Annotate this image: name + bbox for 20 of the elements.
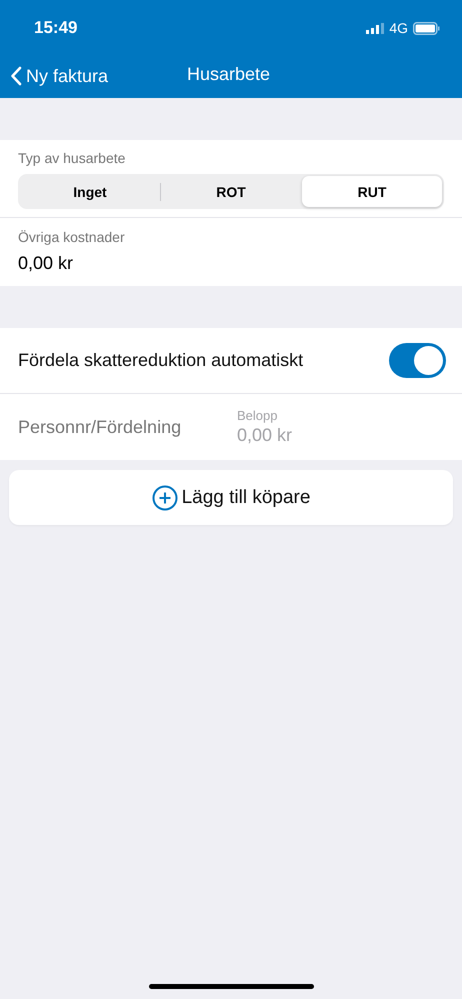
segment-tab[interactable]: ROT bbox=[161, 176, 301, 207]
amount-label: Belopp bbox=[237, 408, 278, 423]
network-label: 4G bbox=[389, 20, 408, 36]
buyer-label: Personnr/Fördelning bbox=[18, 416, 182, 438]
signal-icon bbox=[366, 22, 384, 34]
status-time: 15:49 bbox=[34, 18, 78, 38]
segment-tab[interactable]: Inget bbox=[20, 176, 160, 207]
field-value: 0,00 kr bbox=[18, 253, 74, 274]
field-label: Övriga kostnader bbox=[18, 229, 125, 245]
amount-field[interactable]: 0,00 kr bbox=[237, 425, 387, 446]
add-buyer-button[interactable]: Lägg till köpare bbox=[9, 470, 453, 525]
setting-label: Fördela skattereduktion automatiskt bbox=[18, 350, 304, 371]
back-button[interactable]: Ny faktura bbox=[10, 66, 108, 86]
battery-icon bbox=[413, 22, 440, 34]
segment-tab[interactable]: RUT bbox=[302, 176, 442, 207]
toggle-switch[interactable] bbox=[389, 343, 446, 378]
screen-title: Husarbete bbox=[187, 64, 270, 85]
field-label: Typ av husarbete bbox=[18, 150, 126, 166]
add-icon bbox=[152, 484, 178, 510]
back-chevron-icon bbox=[10, 66, 22, 86]
